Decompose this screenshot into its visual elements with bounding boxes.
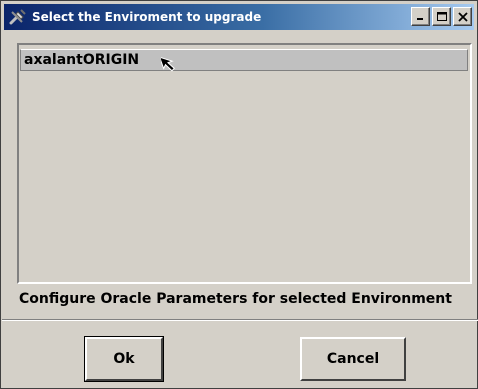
close-icon[interactable]	[453, 7, 472, 26]
maximize-icon[interactable]	[432, 7, 451, 26]
mouse-pointer-icon	[158, 54, 185, 80]
tools-icon	[8, 7, 28, 27]
environment-list[interactable]: axalantORIGIN	[17, 43, 472, 284]
minimize-icon[interactable]	[411, 7, 430, 26]
cancel-button[interactable]: Cancel	[300, 337, 406, 381]
separator	[2, 319, 478, 321]
list-item[interactable]: axalantORIGIN	[20, 49, 468, 71]
ok-button-label: Ok	[113, 351, 135, 367]
window-controls	[409, 7, 472, 26]
ok-button[interactable]: Ok	[85, 337, 163, 381]
window-title: Select the Enviroment to upgrade	[32, 10, 262, 24]
list-item-label: axalantORIGIN	[24, 52, 140, 68]
dialog-window: Select the Enviroment to upgrade axalant…	[0, 0, 478, 389]
config-label: Configure Oracle Parameters for selected…	[19, 291, 452, 307]
cancel-button-label: Cancel	[326, 351, 380, 367]
title-bar[interactable]: Select the Enviroment to upgrade	[4, 4, 474, 30]
